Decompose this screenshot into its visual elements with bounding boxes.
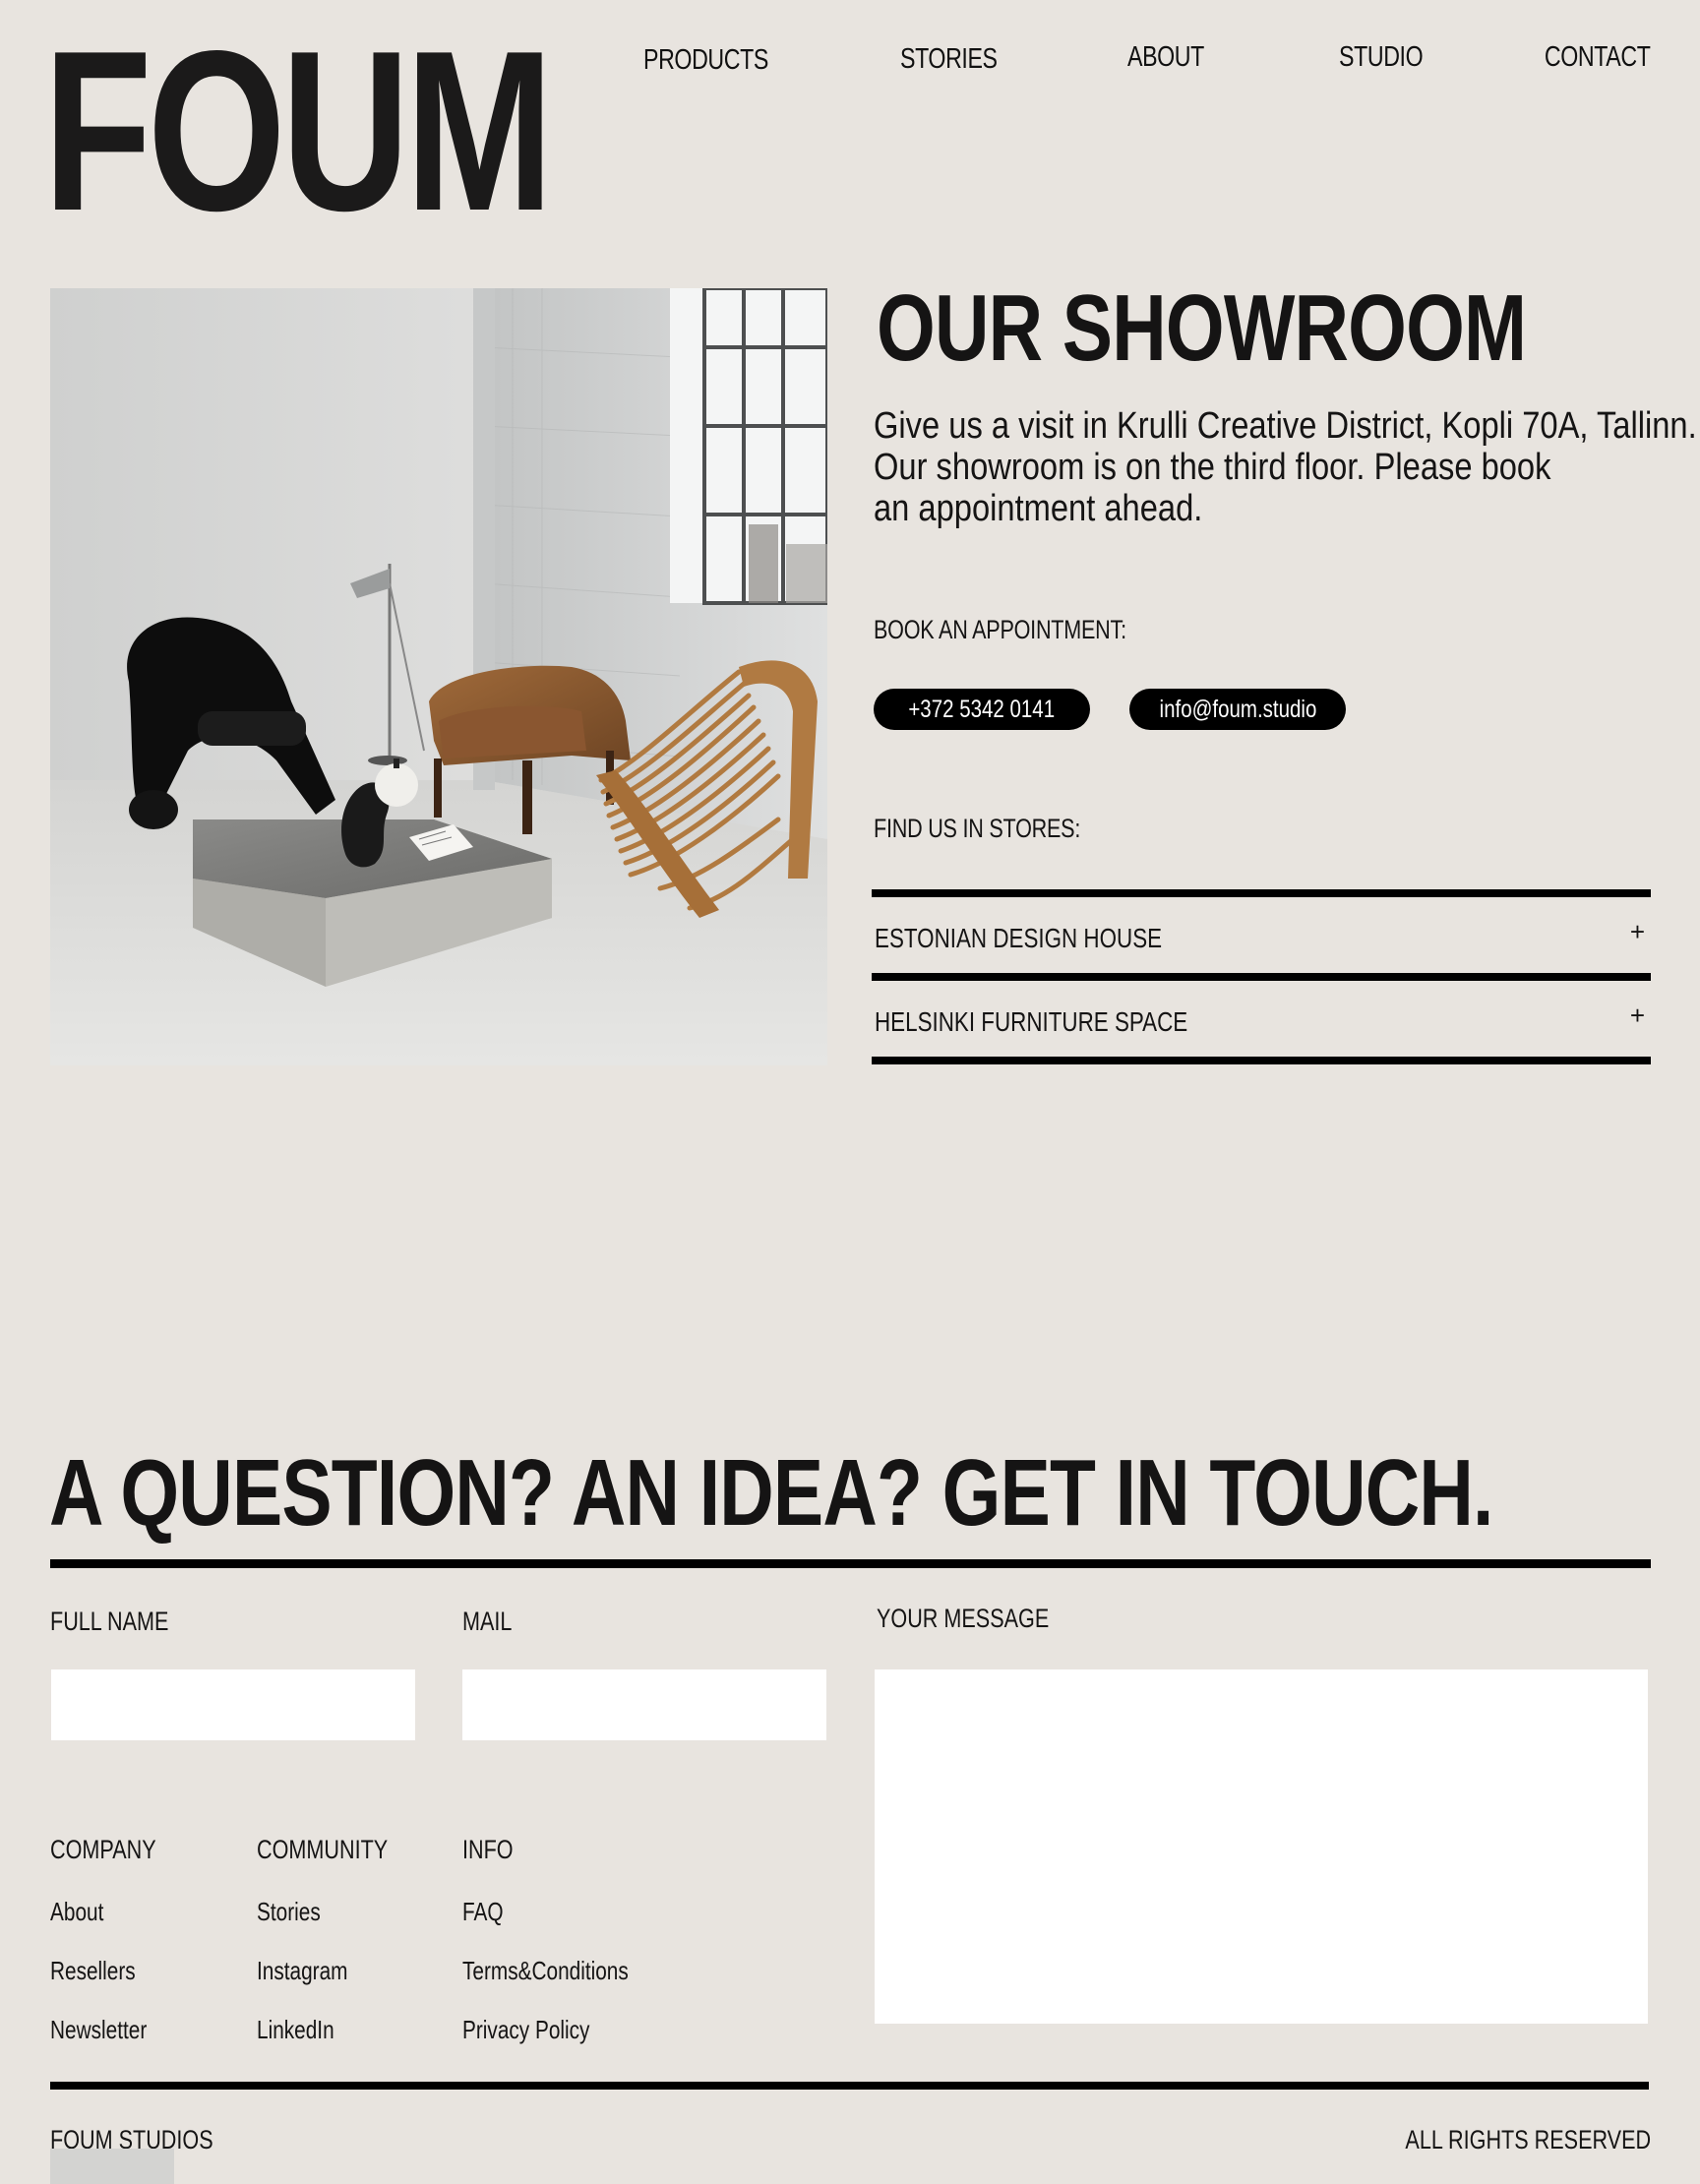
divider [50, 2082, 1649, 2090]
store-item-estonian-design-house[interactable]: ESTONIAN DESIGN HOUSE + [872, 897, 1651, 974]
footer-link-instagram[interactable]: Instagram [257, 1956, 371, 1986]
footer-link-stories[interactable]: Stories [257, 1897, 336, 1927]
nav-about[interactable]: ABOUT [1127, 41, 1223, 74]
full-name-label: FULL NAME [50, 1607, 169, 1636]
footer-link-terms[interactable]: Terms&Conditions [462, 1956, 670, 1986]
email-button[interactable]: info@foum.studio [1129, 689, 1346, 730]
mail-label: MAIL [462, 1607, 513, 1636]
full-name-input[interactable] [51, 1669, 415, 1740]
nav-stories[interactable]: STORIES [900, 43, 1021, 76]
nav-products[interactable]: PRODUCTS [643, 44, 800, 77]
footer-link-faq[interactable]: FAQ [462, 1897, 514, 1927]
divider [50, 1559, 1651, 1568]
nav-studio[interactable]: STUDIO [1339, 41, 1444, 74]
footer-link-about[interactable]: About [50, 1897, 117, 1927]
mail-input[interactable] [462, 1669, 826, 1740]
divider [872, 1057, 1651, 1064]
cookie-badge-placeholder [50, 2149, 174, 2184]
store-item-helsinki-furniture-space[interactable]: HELSINKI FURNITURE SPACE + [872, 981, 1651, 1058]
description-line: an appointment ahead. [874, 488, 1203, 529]
plus-icon[interactable]: + [1630, 917, 1645, 947]
footer-heading-community: COMMUNITY [257, 1835, 389, 1864]
divider [872, 973, 1651, 981]
message-label: YOUR MESSAGE [877, 1604, 1050, 1633]
brand-logo[interactable]: FOUM [43, 18, 692, 246]
footer-link-resellers[interactable]: Resellers [50, 1956, 156, 1986]
footer-rights: ALL RIGHTS RESERVED [1405, 2125, 1651, 2154]
appointment-label: BOOK AN APPOINTMENT: [874, 615, 1126, 644]
footer-link-newsletter[interactable]: Newsletter [50, 2015, 171, 2045]
showroom-description: Give us a visit in Krulli Creative Distr… [874, 405, 1697, 529]
showroom-title: OUR SHOWROOM [877, 275, 1527, 381]
footer-link-linkedin[interactable]: LinkedIn [257, 2015, 353, 2045]
divider [872, 889, 1651, 897]
contact-title: A QUESTION? AN IDEA? GET IN TOUCH. [49, 1440, 1493, 1546]
footer-heading-company: COMPANY [50, 1835, 156, 1864]
footer-heading-info: INFO [462, 1835, 514, 1864]
description-line: Our showroom is on the third floor. Plea… [874, 447, 1551, 488]
showroom-photo [50, 288, 827, 1065]
store-name: HELSINKI FURNITURE SPACE [875, 1006, 1188, 1037]
description-line: Give us a visit in Krulli Creative Distr… [874, 405, 1697, 447]
phone-button[interactable]: +372 5342 0141 [874, 689, 1090, 730]
store-name: ESTONIAN DESIGN HOUSE [875, 923, 1163, 953]
message-textarea[interactable] [875, 1669, 1648, 2024]
plus-icon[interactable]: + [1630, 1001, 1645, 1031]
stores-label: FIND US IN STORES: [874, 814, 1081, 843]
footer-link-privacy-policy[interactable]: Privacy Policy [462, 2015, 622, 2045]
nav-contact[interactable]: CONTACT [1518, 41, 1651, 74]
